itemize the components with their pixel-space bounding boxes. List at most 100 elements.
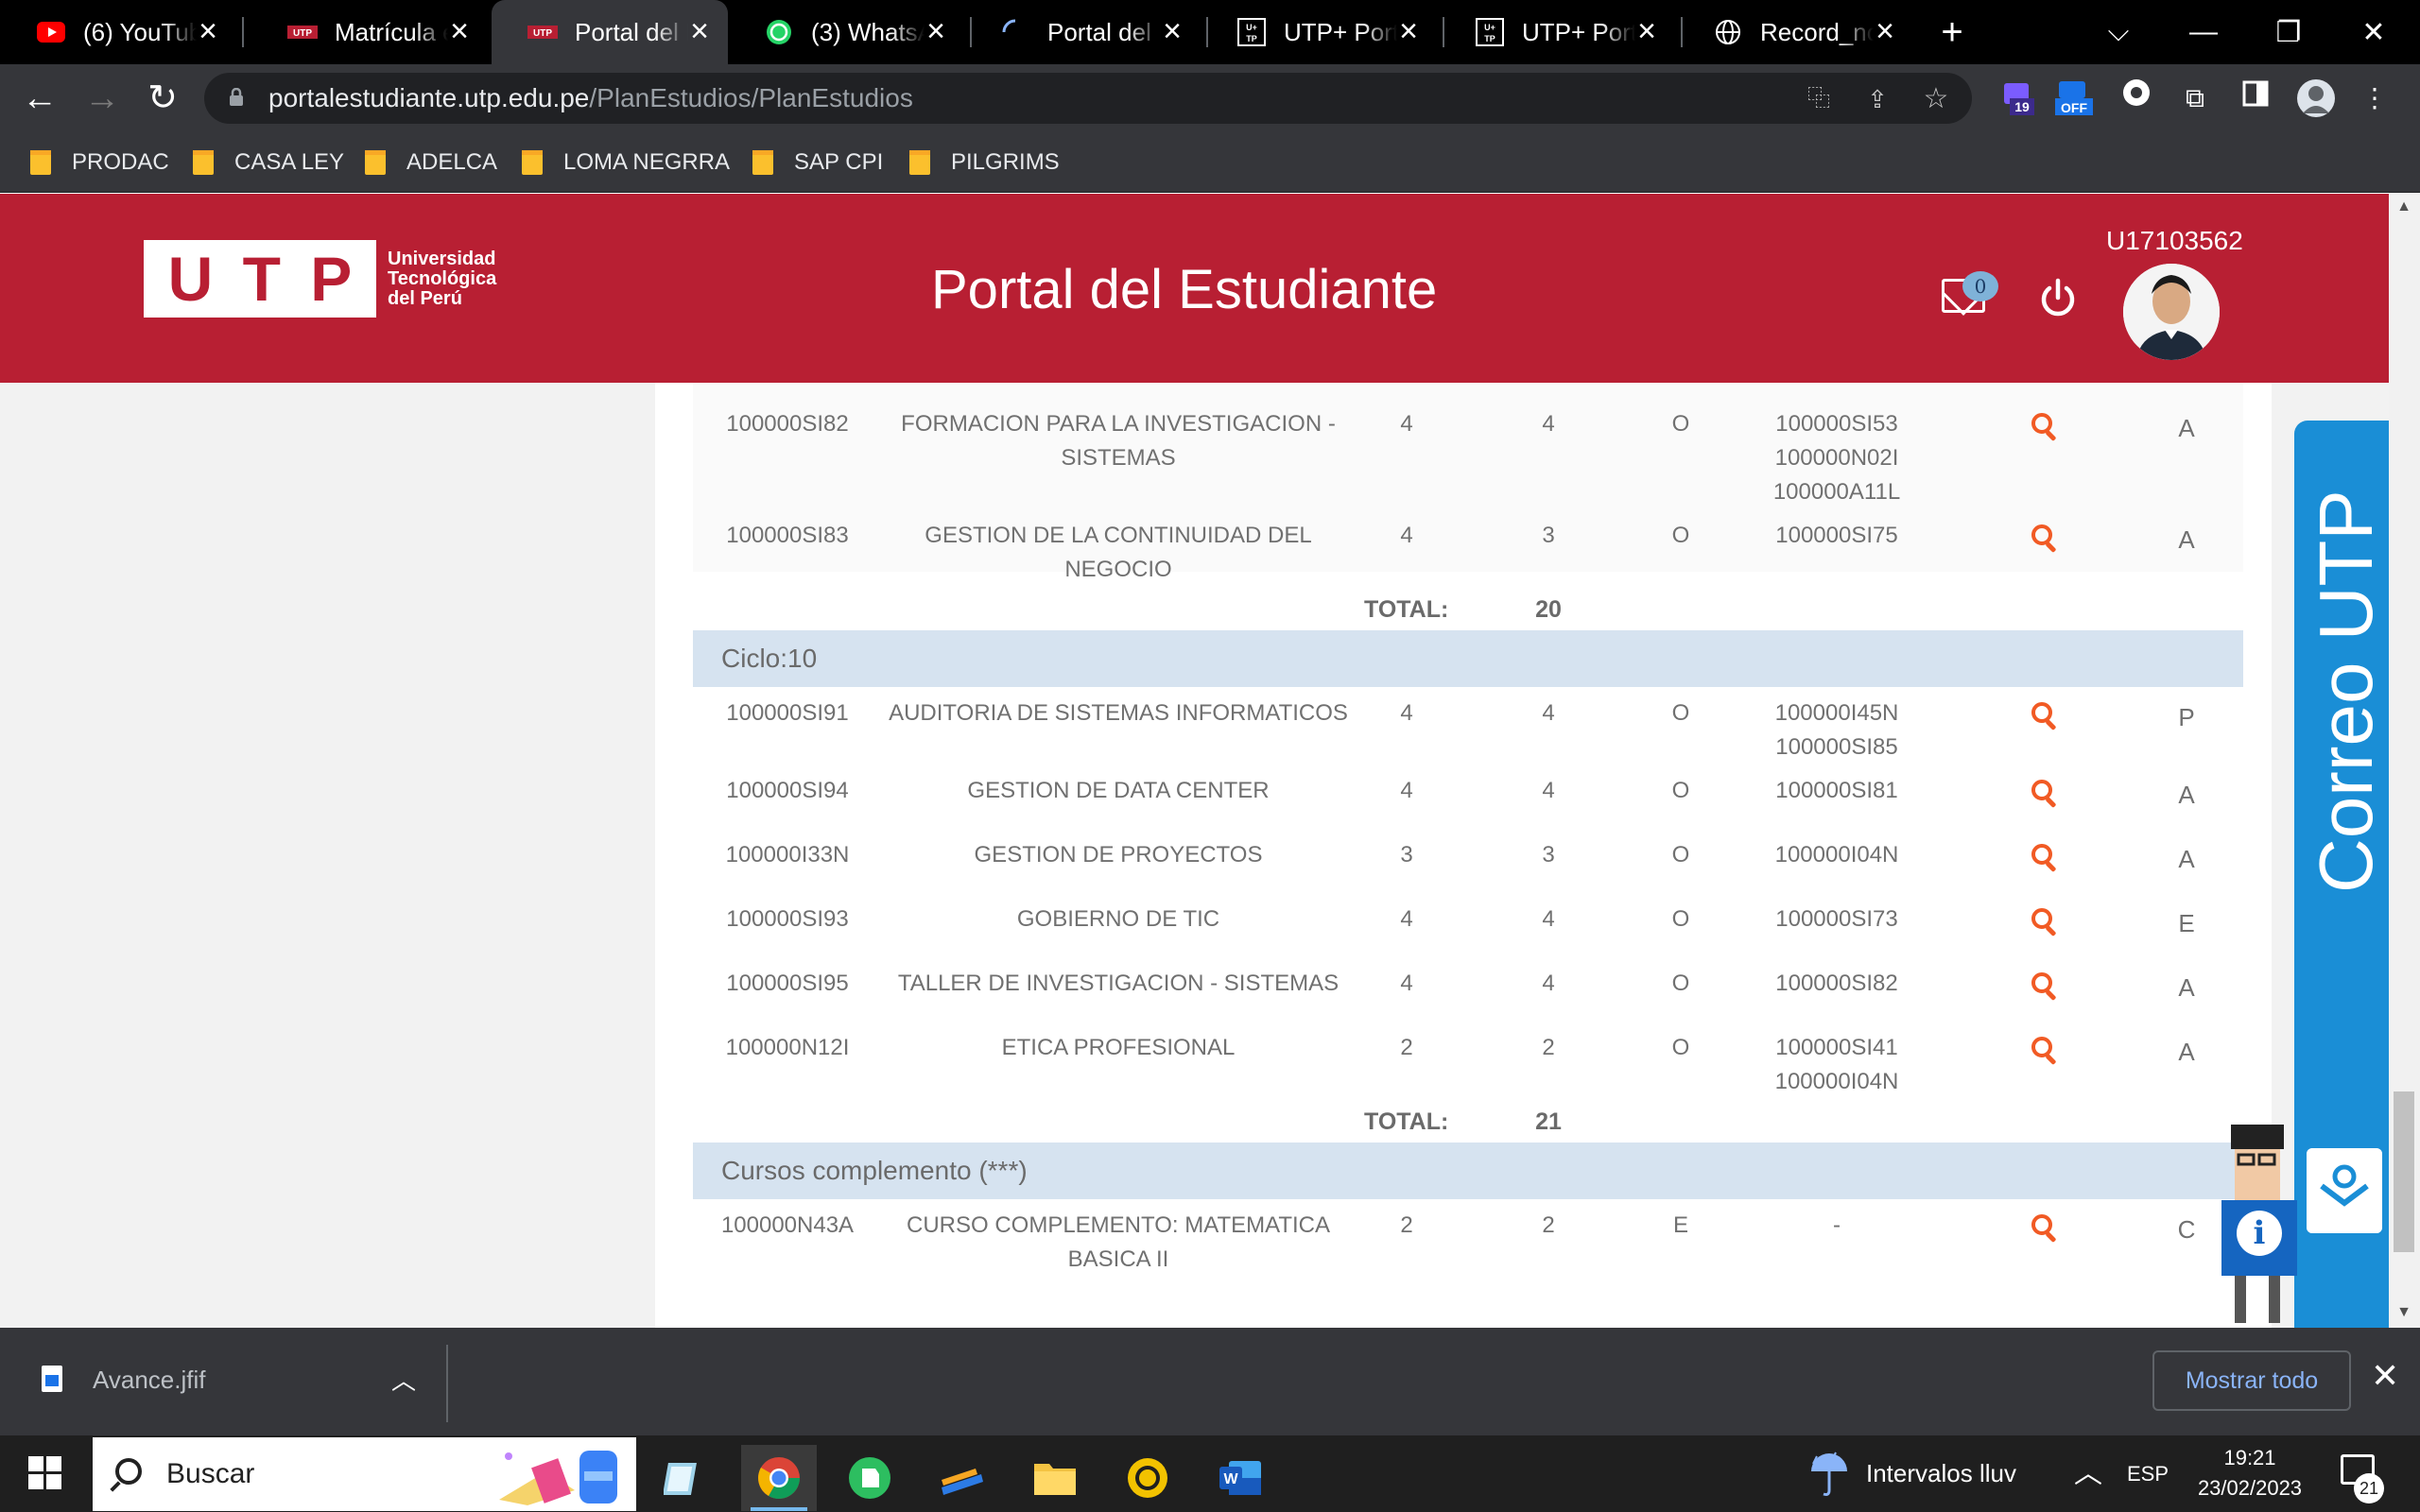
taskbar-app-sticky[interactable] (925, 1445, 1000, 1511)
browser-tab[interactable]: (6) YouTube× (0, 0, 236, 64)
extensions-puzzle-icon[interactable]: ⧉ (2174, 77, 2216, 119)
windows-start-icon[interactable] (28, 1456, 62, 1490)
study-plan-table: 100000SI82 FORMACION PARA LA INVESTIGACIO… (693, 383, 2243, 1272)
bookmark-adelca[interactable]: ADELCA (365, 146, 497, 180)
course-hours: 2 (1542, 1212, 1555, 1238)
bookmark-casa-ley[interactable]: CASA LEY (193, 146, 344, 180)
clock-time: 19:21 (2223, 1446, 2276, 1469)
side-panel-icon[interactable] (2235, 77, 2276, 119)
student-photo[interactable] (2123, 264, 2220, 360)
menu-kebab-icon[interactable]: ⋮ (2354, 77, 2395, 119)
course-detail-button[interactable] (2026, 519, 2064, 554)
prerequisite-code: 100000SI73 (1775, 906, 1898, 932)
logo-letter: T (242, 244, 281, 314)
back-icon[interactable]: ← (19, 77, 60, 119)
svg-text:U+: U+ (1484, 23, 1495, 32)
course-state: C (2177, 1215, 2196, 1244)
close-tab-icon[interactable]: × (450, 13, 469, 49)
scroll-down-icon[interactable]: ▼ (2393, 1304, 2415, 1323)
course-type: O (1671, 411, 1690, 437)
course-detail-button[interactable] (2026, 902, 2064, 937)
restore-icon[interactable]: ❐ (2246, 0, 2331, 64)
scroll-up-icon[interactable]: ▲ (2393, 198, 2415, 217)
tab-title: Portal del Es (1047, 18, 1161, 46)
bookmark-pilgrims[interactable]: PILGRIMS (909, 146, 1060, 180)
weather-text[interactable]: Intervalos lluv (1866, 1435, 2016, 1512)
browser-tab[interactable]: UTP Portal del Es× (492, 0, 728, 64)
utp-logo-box: U T P (144, 240, 376, 318)
course-prerequisites: 100000SI53 100000N02I 100000A11L (1733, 407, 1941, 509)
clock[interactable]: 19:21 23/02/2023 (2179, 1443, 2321, 1503)
tab-title: UTP+ Portal (1522, 18, 1635, 46)
browser-tab[interactable]: Record_notas× (1677, 0, 1913, 64)
extension-calendar-icon[interactable]: 19 (2002, 79, 2034, 115)
logo-line: Universidad (388, 248, 496, 269)
translate-icon[interactable]: ⿻ (1802, 82, 1836, 116)
reload-icon[interactable]: ↻ (142, 77, 183, 119)
chevron-up-icon[interactable]: ︿ (391, 1362, 416, 1397)
extension-off-icon[interactable]: OFF (2053, 79, 2095, 117)
taskbar-app-explorer[interactable] (1017, 1445, 1093, 1511)
windows-taskbar: Buscar W Intervalos lluv ︿ ESP 19:21 23/… (0, 1435, 2420, 1512)
course-detail-button[interactable] (2026, 407, 2064, 442)
course-code: 100000SI94 (726, 778, 849, 803)
share-icon[interactable]: ⇪ (1860, 82, 1894, 116)
power-icon[interactable] (2036, 277, 2080, 320)
cycle-header-complement: Cursos complemento (***) (693, 1143, 2243, 1199)
show-all-button[interactable]: Mostrar todo (2152, 1350, 2351, 1411)
close-tab-icon[interactable]: × (1163, 13, 1182, 49)
taskbar-app-chrome[interactable] (741, 1445, 817, 1511)
taskbar-app-notes[interactable] (647, 1445, 722, 1511)
tray-chevron-up-icon[interactable]: ︿ (2074, 1435, 2102, 1512)
bookmarks-bar: PRODAC CASA LEY ADELCA LOMA NEGRRA SAP C… (0, 132, 2420, 193)
course-detail-button[interactable] (2026, 1209, 2064, 1244)
bookmark-prodac[interactable]: PRODAC (30, 146, 169, 180)
bookmark-loma-negrra[interactable]: LOMA NEGRRA (522, 146, 730, 180)
close-tab-icon[interactable]: × (926, 13, 945, 49)
course-detail-button[interactable] (2026, 838, 2064, 873)
course-detail-button[interactable] (2026, 696, 2064, 731)
browser-tab[interactable]: UTP Matrícula en× (251, 0, 488, 64)
weather-rain-icon (1811, 1452, 1847, 1496)
bookmark-sap-cpi[interactable]: SAP CPI (752, 146, 883, 180)
close-tab-icon[interactable]: × (690, 13, 709, 49)
close-window-icon[interactable]: ✕ (2331, 0, 2416, 64)
course-detail-button[interactable] (2026, 774, 2064, 809)
browser-tab[interactable]: U+ TP UTP+ Portal× (1201, 0, 1437, 64)
svg-text:UTP: UTP (533, 28, 552, 39)
close-icon[interactable]: ✕ (2371, 1356, 2399, 1396)
profile-avatar-icon[interactable] (2295, 77, 2337, 119)
chrome-icon (758, 1457, 800, 1499)
browser-tab[interactable]: (3) WhatsApp× (728, 0, 964, 64)
close-tab-icon[interactable]: × (1876, 13, 1894, 49)
taskbar-app-word[interactable]: W (1202, 1445, 1278, 1511)
download-filename[interactable]: Avance.jfif (93, 1366, 205, 1395)
close-tab-icon[interactable]: × (1399, 13, 1418, 49)
course-detail-button[interactable] (2026, 1031, 2064, 1066)
utp-logo[interactable]: U T P Universidad Tecnológica del Perú (144, 240, 510, 318)
tab-title: Portal del Es (575, 18, 688, 46)
minimize-icon[interactable]: — (2161, 0, 2246, 64)
close-tab-icon[interactable]: × (1637, 13, 1656, 49)
course-code: 100000SI95 (726, 971, 849, 996)
close-tab-icon[interactable]: × (199, 13, 217, 49)
address-bar[interactable]: portalestudiante.utp.edu.pe/PlanEstudios… (204, 73, 1972, 124)
scroll-thumb[interactable] (2394, 1091, 2414, 1252)
taskbar-app-evernote[interactable] (832, 1445, 908, 1511)
browser-tab[interactable]: U+ TP UTP+ Portal× (1439, 0, 1675, 64)
taskbar-app-gear[interactable] (1110, 1445, 1185, 1511)
prerequisite-code: 100000I04N (1774, 1069, 1899, 1094)
forward-icon[interactable]: → (81, 77, 123, 119)
course-credits: 4 (1400, 411, 1413, 437)
tab-search-icon[interactable]: ⌵ (2076, 0, 2161, 64)
cycle-total-row: TOTAL: 21 (693, 1108, 2243, 1143)
taskbar-search[interactable]: Buscar (93, 1437, 636, 1511)
course-detail-button[interactable] (2026, 967, 2064, 1002)
course-state: A (2178, 414, 2195, 442)
browser-tab[interactable]: Portal del Es× (964, 0, 1201, 64)
extension-circle-icon[interactable] (2116, 77, 2157, 119)
bookmark-star-icon[interactable]: ☆ (1919, 82, 1953, 116)
course-hours: 2 (1542, 1035, 1555, 1060)
language-indicator[interactable]: ESP (2127, 1435, 2169, 1512)
new-tab-icon[interactable]: + (1910, 0, 1995, 64)
